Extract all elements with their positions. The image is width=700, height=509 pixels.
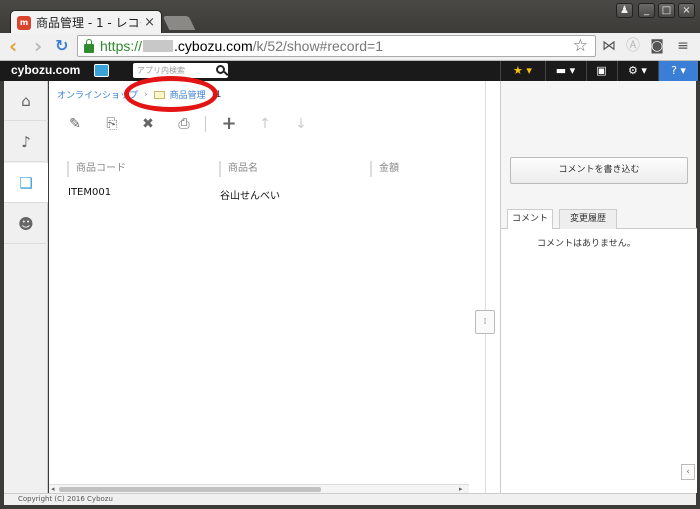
settings-gear-icon[interactable]: ⚙ ▾ xyxy=(617,61,657,81)
no-comments-message: コメントはありません。 xyxy=(537,239,636,249)
write-comment-button[interactable]: コメントを書き込む xyxy=(510,157,688,184)
field-value-item-code: ITEM001 xyxy=(68,187,112,198)
cybozu-logo[interactable]: cybozu.com xyxy=(11,63,80,77)
add-record-icon[interactable]: + xyxy=(219,114,239,134)
next-record-icon[interactable]: ↓ xyxy=(291,114,311,134)
angular-extension-icon[interactable]: Ⓐ xyxy=(624,37,642,55)
print-icon[interactable]: ⎙ xyxy=(174,114,194,134)
browser-toolbar: ‹ › ↻ https:// .cybozu.com /k/52/show#re… xyxy=(0,33,700,61)
url-scheme: https:// xyxy=(100,38,143,54)
lock-icon xyxy=(84,38,94,53)
favorites-star-icon[interactable]: ★ ▾ xyxy=(500,61,544,81)
comment-tabs: コメント 変更履歴 xyxy=(501,209,697,230)
camera-icon[interactable]: ◙ xyxy=(648,37,666,55)
horizontal-scrollbar[interactable]: ◂ ▸ xyxy=(49,484,469,493)
tab-comments[interactable]: コメント xyxy=(507,209,553,230)
panel-splitter xyxy=(485,81,500,493)
help-label: ? xyxy=(671,64,677,77)
maximize-button[interactable]: □ xyxy=(658,3,675,18)
user-avatar-icon[interactable]: ▣ xyxy=(586,61,616,81)
users-icon[interactable]: ☻ xyxy=(4,204,48,244)
field-label-price: 金額 xyxy=(370,161,399,177)
tab-close-icon[interactable]: × xyxy=(144,15,155,30)
record-action-bar: ✎ ⎘ ✖ ⎙ + ↑ ↓ xyxy=(49,114,500,136)
help-button[interactable]: ? ▾ xyxy=(658,61,698,81)
browser-titlebar: m 商品管理 - 1 - レコード × ♟ _ □ × xyxy=(0,0,700,34)
kintone-header: cybozu.com アプリ内検索 ★ ▾ ▬ ▾ ▣ ⚙ ▾ ? ▾ xyxy=(0,61,700,81)
copy-icon[interactable]: ⎘ xyxy=(102,114,122,134)
splitter-handle[interactable]: ⁞ xyxy=(475,310,495,334)
app-launcher-icon[interactable] xyxy=(94,64,109,77)
search-placeholder: アプリ内検索 xyxy=(137,66,185,75)
delete-icon[interactable]: ✖ xyxy=(138,114,158,134)
new-tab-button[interactable] xyxy=(162,16,196,30)
right-panel-collapse-button[interactable]: ‹ xyxy=(681,464,695,480)
address-bar[interactable]: https:// .cybozu.com /k/52/show#record=1… xyxy=(77,35,596,57)
footer: Copyright (C) 2016 Cybozu xyxy=(4,493,696,505)
kintone-favicon-icon: m xyxy=(17,15,31,30)
people-chat-icon[interactable]: ❏ xyxy=(4,163,48,203)
url-host: .cybozu.com xyxy=(174,38,253,54)
minimize-button[interactable]: _ xyxy=(638,3,655,18)
comment-list: コメントはありません。 xyxy=(501,229,697,493)
annotation-highlight-circle xyxy=(124,76,218,112)
bookmark-star-icon[interactable]: ☆ xyxy=(573,36,588,56)
scrollbar-thumb[interactable] xyxy=(59,487,321,492)
field-label-item-name: 商品名 xyxy=(219,161,258,177)
extension-icon[interactable]: ⋈ xyxy=(600,37,618,55)
menu-icon[interactable]: ≡ xyxy=(674,37,692,55)
notifications-icon[interactable]: ▬ ▾ xyxy=(545,61,585,81)
scroll-right-icon[interactable]: ▸ xyxy=(459,485,463,493)
left-sidebar: ⌂ ♪ ❏ ☻ xyxy=(4,81,48,493)
forward-icon[interactable]: › xyxy=(34,35,42,57)
field-label-item-code: 商品コード xyxy=(67,161,126,177)
scroll-left-icon[interactable]: ◂ xyxy=(51,485,55,493)
url-path: /k/52/show#record=1 xyxy=(252,38,383,54)
back-icon[interactable]: ‹ xyxy=(9,35,17,57)
reload-icon[interactable]: ↻ xyxy=(55,35,68,57)
field-value-item-name: 谷山せんべい xyxy=(220,191,280,202)
comment-panel: コメントを書き込む コメント 変更履歴 コメントはありません。 xyxy=(500,81,697,493)
user-profile-icon[interactable]: ♟ xyxy=(616,3,633,18)
close-window-button[interactable]: × xyxy=(678,3,695,18)
bell-icon[interactable]: ♪ xyxy=(4,122,48,162)
record-detail: オンラインショップ › 商品管理 1 ✎ ⎘ ✖ ⎙ + ↑ ↓ 商品コード I… xyxy=(49,76,500,493)
edit-icon[interactable]: ✎ xyxy=(65,114,85,134)
previous-record-icon[interactable]: ↑ xyxy=(255,114,275,134)
browser-tab[interactable]: m 商品管理 - 1 - レコード × xyxy=(10,10,162,34)
home-icon[interactable]: ⌂ xyxy=(4,81,48,121)
tab-history[interactable]: 変更履歴 xyxy=(559,209,617,229)
action-separator xyxy=(205,116,206,132)
copyright-text: Copyright (C) 2016 Cybozu xyxy=(18,495,113,503)
tab-title: 商品管理 - 1 - レコード xyxy=(36,16,141,30)
search-icon[interactable] xyxy=(216,65,225,74)
url-redacted xyxy=(143,40,174,52)
